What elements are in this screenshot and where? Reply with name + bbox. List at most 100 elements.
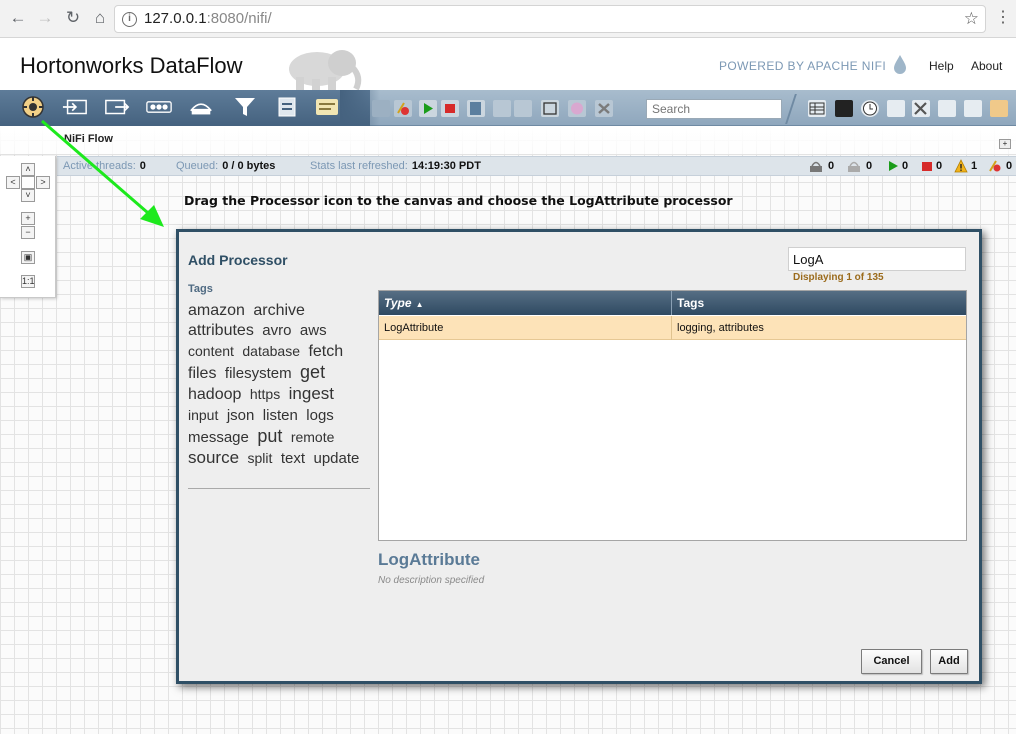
create-template-icon[interactable]: [467, 100, 485, 117]
table-row[interactable]: LogAttribute logging, attributes: [379, 316, 966, 340]
summary-icon[interactable]: [808, 100, 826, 117]
input-port-icon[interactable]: [62, 96, 88, 118]
paste-icon[interactable]: [514, 100, 532, 117]
history-icon[interactable]: [861, 100, 879, 117]
tag-item[interactable]: attributes: [188, 322, 254, 339]
template-icon[interactable]: [274, 96, 300, 118]
not-transmitting-icon: [848, 161, 860, 172]
label-icon[interactable]: [314, 96, 340, 118]
type-column-header[interactable]: Type ▲: [384, 296, 423, 310]
navigation-panel: ˄ < > ˅ + − ▣ 1:1: [0, 156, 56, 298]
tag-item[interactable]: aws: [300, 322, 327, 339]
address-bar[interactable]: i 127.0.0.1:8080/nifi/ ☆: [114, 5, 986, 33]
cluster-icon[interactable]: [938, 100, 956, 117]
nifi-drop-icon: [894, 55, 906, 74]
tag-item[interactable]: https: [250, 386, 280, 402]
settings-icon[interactable]: [912, 100, 930, 117]
transmitting-icon: [810, 161, 822, 172]
tag-item[interactable]: source: [188, 448, 239, 467]
selected-processor-description: No description specified: [378, 575, 485, 586]
tag-item[interactable]: get: [300, 362, 325, 382]
actual-size-icon[interactable]: 1:1: [21, 275, 35, 288]
pan-up-icon[interactable]: ˄: [21, 163, 35, 176]
pan-left-icon[interactable]: <: [6, 176, 20, 189]
home-icon[interactable]: ⌂: [90, 8, 110, 28]
breadcrumb-bar: [0, 126, 1016, 154]
stop-icon[interactable]: [441, 100, 459, 117]
row-tags: logging, attributes: [677, 322, 764, 334]
start-icon[interactable]: [419, 100, 437, 117]
browser-menu-icon[interactable]: ⋮: [995, 8, 1011, 28]
displaying-count: Displaying 1 of 135: [793, 272, 884, 283]
disabled-count: 0: [1006, 160, 1013, 172]
row-type: LogAttribute: [384, 322, 444, 334]
app-header: Hortonworks DataFlow POWERED BY APACHE N…: [0, 38, 1016, 91]
expand-icon[interactable]: +: [999, 139, 1011, 149]
zoom-out-icon[interactable]: −: [21, 226, 35, 239]
not-transmitting-count: 0: [866, 160, 873, 172]
back-arrow-icon[interactable]: ←: [8, 8, 28, 28]
add-button[interactable]: Add: [930, 649, 968, 674]
counters-icon[interactable]: [835, 100, 853, 117]
tag-item[interactable]: amazon: [188, 302, 245, 319]
tag-item[interactable]: json: [227, 407, 255, 424]
tag-item[interactable]: update: [313, 450, 359, 467]
group-icon[interactable]: [541, 100, 559, 117]
tag-item[interactable]: logs: [306, 407, 334, 424]
tag-item[interactable]: fetch: [308, 343, 343, 360]
output-port-icon[interactable]: [104, 96, 130, 118]
tag-item[interactable]: input: [188, 407, 218, 423]
about-link[interactable]: About: [971, 59, 1002, 73]
delete-icon[interactable]: [595, 100, 613, 117]
bulletin-board-icon[interactable]: [990, 100, 1008, 117]
bookmark-star-icon[interactable]: ☆: [964, 9, 979, 29]
tag-item[interactable]: message: [188, 429, 249, 446]
processor-table: Type ▲ Tags LogAttribute logging, attribu…: [378, 290, 967, 541]
tag-item[interactable]: put: [257, 426, 282, 446]
tag-item[interactable]: listen: [263, 407, 298, 424]
tag-item[interactable]: remote: [291, 429, 335, 445]
process-group-icon[interactable]: [146, 96, 172, 118]
tag-item[interactable]: split: [247, 450, 272, 466]
active-threads-value: 0: [139, 160, 146, 172]
tag-item[interactable]: avro: [262, 322, 291, 339]
processor-icon[interactable]: [20, 96, 46, 118]
remote-process-group-icon[interactable]: [188, 96, 214, 118]
tag-item[interactable]: archive: [253, 302, 305, 319]
zoom-in-icon[interactable]: +: [21, 212, 35, 225]
disable-icon[interactable]: [394, 100, 412, 117]
forward-arrow-icon[interactable]: →: [35, 8, 55, 28]
main-toolbar: [0, 90, 1016, 126]
reload-icon[interactable]: ↻: [63, 8, 83, 28]
tag-item[interactable]: ingest: [289, 384, 334, 403]
help-link[interactable]: Help: [929, 59, 954, 73]
tags-column-header[interactable]: Tags: [677, 296, 704, 310]
copy-icon[interactable]: [493, 100, 511, 117]
provenance-icon[interactable]: [887, 100, 905, 117]
pan-center-icon[interactable]: [21, 176, 35, 189]
running-icon: [889, 161, 898, 171]
fit-icon[interactable]: ▣: [21, 251, 35, 264]
info-icon[interactable]: i: [122, 12, 137, 27]
tag-item[interactable]: database: [242, 343, 300, 359]
stats-refreshed-label: Stats last refreshed:: [310, 160, 408, 172]
funnel-icon[interactable]: [232, 96, 258, 118]
pan-right-icon[interactable]: >: [36, 176, 50, 189]
cancel-button[interactable]: Cancel: [861, 649, 922, 674]
users-icon[interactable]: [964, 100, 982, 117]
tag-cloud: amazon archive attributes avro aws conte…: [188, 301, 370, 489]
breadcrumb[interactable]: NiFi Flow: [64, 133, 113, 145]
tag-item[interactable]: filesystem: [225, 365, 292, 382]
tag-item[interactable]: hadoop: [188, 386, 241, 403]
tag-item[interactable]: files: [188, 365, 216, 382]
enable-icon[interactable]: [372, 100, 390, 117]
invalid-warning-icon: [954, 159, 968, 173]
powered-by-text: POWERED BY APACHE NIFI: [719, 59, 887, 73]
tag-item[interactable]: text: [281, 450, 305, 467]
pan-down-icon[interactable]: ˅: [21, 189, 35, 202]
browser-chrome: ← → ↻ ⌂ i 127.0.0.1:8080/nifi/ ☆ ⋮: [0, 0, 1016, 38]
processor-filter-input[interactable]: LogA: [788, 247, 966, 271]
toolbar-search-input[interactable]: [646, 99, 782, 119]
tag-item[interactable]: content: [188, 343, 234, 359]
color-icon[interactable]: [568, 100, 586, 117]
